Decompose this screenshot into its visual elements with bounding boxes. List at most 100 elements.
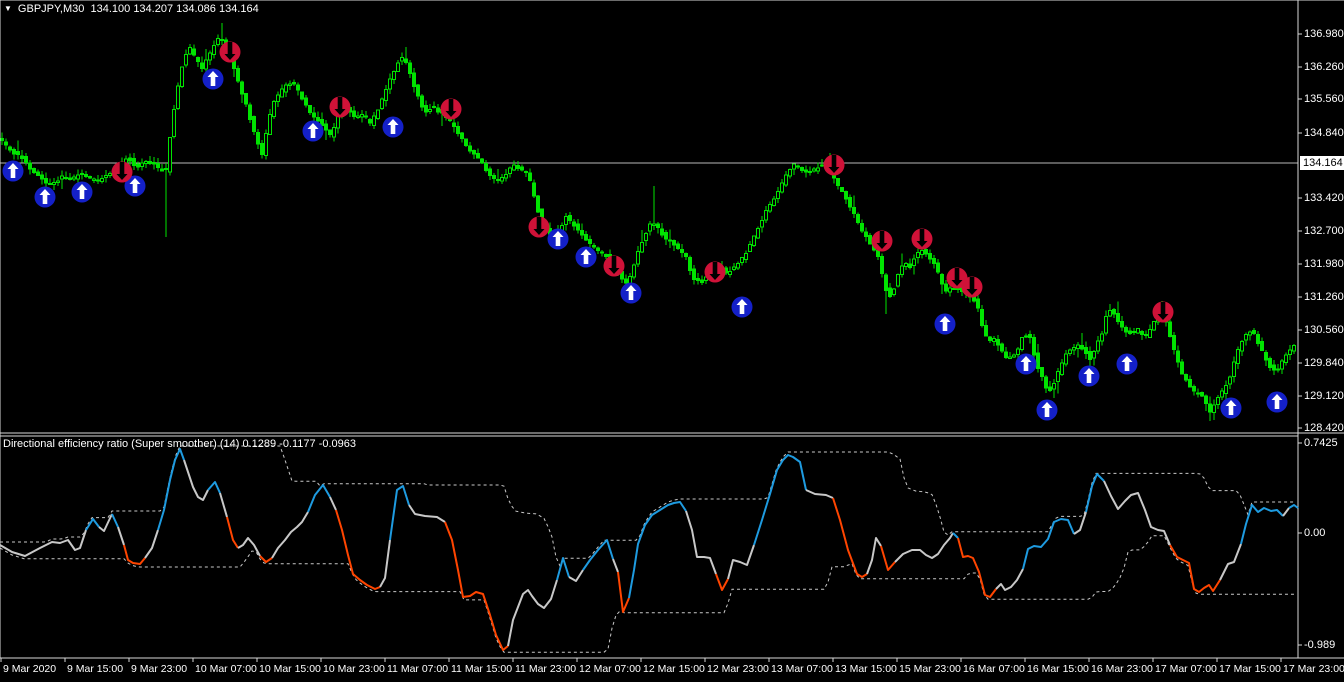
sell-signal-icon (603, 255, 625, 277)
price-axis-label: 130.560 (1304, 324, 1344, 336)
indicator-line-segment (389, 485, 410, 541)
indicator-line-segment (995, 568, 1024, 591)
indicator-line-segment (307, 484, 331, 513)
time-axis-label: 11 Mar 15:00 (451, 663, 513, 675)
indicator-line-segment (685, 510, 717, 575)
indicator-line-segment (271, 511, 309, 559)
chart-title: ▼ GBPJPY,M30 134.100 134.207 134.086 134.… (4, 2, 259, 16)
indicator-line-segment (628, 501, 687, 599)
indicator-line-segment (408, 504, 446, 523)
sell-signal-icon (111, 161, 133, 183)
sell-signal-icon (528, 216, 550, 238)
indicator-line-segment (335, 509, 381, 590)
indicator-line-segment (183, 459, 209, 501)
price-axis-label: 128.420 (1304, 422, 1344, 434)
indicator-line-segment (226, 516, 239, 549)
time-axis-label: 16 Mar 15:00 (1027, 663, 1089, 675)
time-axis-label: 11 Mar 07:00 (387, 663, 449, 675)
indicator-line-segment (85, 518, 100, 531)
indicator-line-segment (144, 529, 159, 559)
buy-signal-icon (71, 181, 93, 203)
time-axis-label: 16 Mar 23:00 (1091, 663, 1153, 675)
indicator-line-segment (805, 489, 834, 499)
indicator-line-segment (98, 513, 113, 532)
indicator-line-segment (117, 526, 125, 546)
ohlc-values: 134.100 134.207 134.086 134.164 (90, 3, 259, 15)
price-axis-label: 135.560 (1304, 93, 1344, 105)
sell-signal-icon (704, 261, 726, 283)
time-axis-label: 17 Mar 23:00 (1283, 663, 1344, 675)
mt4-chart-window[interactable]: ▼ GBPJPY,M30 134.100 134.207 134.086 134.… (0, 0, 1344, 682)
indicator-line-segment (727, 544, 755, 580)
current-price-badge: 134.164 (1300, 156, 1344, 170)
price-axis-label: 132.700 (1304, 225, 1344, 237)
indicator-line-segment (507, 579, 558, 647)
time-axis-label: 13 Mar 07:00 (771, 663, 833, 675)
indicator-line-segment (753, 454, 807, 546)
indicator-lower-band (0, 535, 1296, 653)
indicator-line-segment (866, 537, 882, 575)
indicator-line-segment (444, 521, 509, 651)
time-axis-label: 12 Mar 07:00 (579, 663, 641, 675)
chart-canvas[interactable] (0, 0, 1344, 682)
indicator-line-segment (957, 537, 997, 598)
sell-signal-icon (823, 154, 845, 176)
indicator-line-segment (832, 497, 868, 578)
buy-signal-icon (1116, 353, 1138, 375)
indicator-line-segment (894, 532, 954, 563)
buy-signal-icon (575, 246, 597, 268)
candlesticks (0, 23, 1296, 421)
buy-signal-icon (34, 186, 56, 208)
buy-signal-icon (934, 313, 956, 335)
indicator-line-segment (1288, 504, 1299, 509)
indicator-line-segment (568, 569, 584, 582)
indicator-line-segment (1282, 507, 1290, 517)
indicator-upper-band (0, 445, 1296, 568)
indicator-line-segment (1169, 544, 1221, 593)
sell-signal-icon (911, 228, 933, 250)
buy-signal-icon (1220, 397, 1242, 419)
indicator-axis-label: 0.7425 (1304, 437, 1338, 449)
indicator-line-segment (157, 448, 185, 531)
sell-signal-icon (961, 276, 983, 298)
time-axis-label: 16 Mar 07:00 (963, 663, 1025, 675)
indicator-line-segment (111, 513, 119, 528)
indicator-axis-label: 0.00 (1304, 527, 1326, 539)
indicator-title: Directional efficiency ratio (Super smoo… (3, 438, 357, 450)
buy-signal-icon (382, 116, 404, 138)
time-axis-label: 17 Mar 15:00 (1219, 663, 1281, 675)
price-axis-label: 134.840 (1304, 127, 1344, 139)
price-axis-label: 131.260 (1304, 291, 1344, 303)
indicator-line-segment (952, 532, 959, 539)
indicator-line-segment (617, 571, 630, 613)
sell-signal-icon (219, 41, 241, 63)
price-axis-label: 136.260 (1304, 61, 1344, 73)
buy-signal-icon (547, 228, 569, 250)
time-axis-label: 10 Mar 15:00 (259, 663, 321, 675)
buy-signal-icon (2, 160, 24, 182)
time-axis-label: 12 Mar 15:00 (643, 663, 705, 675)
indicator-line-segment (880, 545, 896, 571)
time-axis-label: 9 Mar 2020 (3, 663, 57, 675)
price-axis-label: 129.840 (1304, 357, 1344, 369)
indicator-line-segment (1240, 504, 1284, 545)
buy-signal-icon (1078, 365, 1100, 387)
symbol-period-label: GBPJPY,M30 (17, 3, 85, 15)
time-axis-label: 10 Mar 23:00 (323, 663, 385, 675)
indicator-line-segment (379, 539, 391, 588)
buy-signal-icon (1015, 353, 1037, 375)
indicator-axis-label: -0.989 (1304, 639, 1336, 651)
price-axis-label: 131.980 (1304, 258, 1344, 270)
indicator-line-segment (612, 558, 619, 573)
indicator-line-segment (259, 555, 273, 563)
price-axis-label: 133.420 (1304, 192, 1344, 204)
indicator-line-segment (1022, 518, 1075, 570)
time-axis-label: 17 Mar 07:00 (1155, 663, 1217, 675)
indicator-line-segment (715, 573, 729, 591)
sell-signal-icon (1152, 301, 1174, 323)
time-axis-label: 11 Mar 23:00 (515, 663, 577, 675)
buy-signal-icon (302, 120, 324, 142)
buy-signal-icon (1266, 391, 1288, 413)
indicator-line-segment (582, 539, 614, 571)
chart-dropdown-icon[interactable]: ▼ (4, 2, 12, 15)
